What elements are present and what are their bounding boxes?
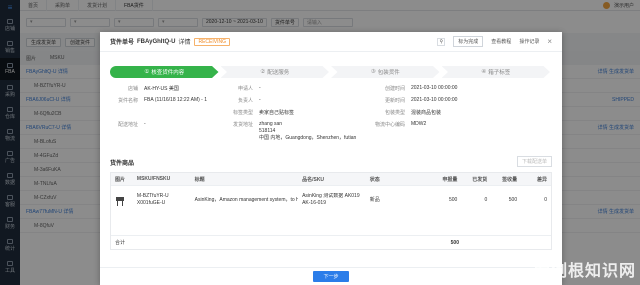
goods-table: 图片 MSKU/FNSKU 标题 品名/SKU 状态 申报量 已发货 签收量 差… — [110, 172, 552, 250]
address-line: 中国 内地，Guangdong，Shenzhen，futian — [259, 135, 357, 141]
diff-qty: 0 — [544, 196, 548, 203]
sku-value: AK-16-019 — [302, 199, 326, 206]
step-verify-contents[interactable]: ① 核查货件内容 — [110, 66, 219, 78]
declared-qty: 500 — [449, 196, 458, 203]
step-number: ④ — [481, 69, 487, 75]
column-header: 品名/SKU — [302, 176, 325, 183]
label-type-value: 卖家自己贴标签 — [259, 110, 295, 116]
info-label: 标签类型 — [232, 110, 253, 116]
column-header: 签收量 — [502, 176, 518, 183]
shipment-name-value: FBA (11/16/18 12:22 AM) - 1 — [144, 97, 207, 103]
info-label: 配送地址 — [117, 122, 138, 128]
shipment-detail-dialog: 货件单号 FBAyGhltQ-U 详情 RECEIVING ⚲ 标为完成 查看教… — [100, 32, 562, 285]
step-label: 包装货件 — [377, 70, 400, 76]
table-total-row: 合计 500 — [111, 235, 551, 249]
info-label: 创建时间 — [384, 86, 405, 92]
operation-log-link[interactable]: 操作记录 — [519, 38, 539, 45]
fc-code-value: MDW2 — [411, 121, 427, 127]
step-number: ② — [260, 69, 266, 75]
info-label: 更新时间 — [384, 98, 405, 104]
address-line: zhang san — [259, 121, 283, 127]
column-header: 图片 — [115, 176, 126, 183]
info-label: 发货地址 — [232, 122, 253, 128]
table-empty-space — [111, 213, 551, 235]
address-line: 518114 — [259, 128, 276, 134]
column-header: MSKU/FNSKU — [136, 176, 171, 182]
created-time-value: 2021-03-10 00:00:00 — [411, 85, 458, 91]
owner-value: - — [259, 97, 261, 103]
column-header: 已发货 — [472, 176, 488, 183]
info-label: 申请人 — [237, 86, 253, 92]
watermark-text: 爱例根知识网 — [533, 263, 636, 280]
step-number: ① — [144, 69, 150, 75]
shipment-id: FBAyGhltQ-U — [137, 38, 176, 45]
column-header: 标题 — [194, 176, 205, 183]
delivery-address-value: - — [144, 121, 146, 127]
step-label: 配送服务 — [267, 70, 290, 76]
step-label: 核查货件内容 — [151, 70, 185, 76]
received-qty: 500 — [508, 196, 518, 203]
detail-label: 详情 — [178, 40, 191, 46]
next-step-button[interactable]: 下一步 — [313, 271, 349, 282]
info-label: 物流中心编码 — [374, 122, 405, 128]
table-row: M-BZTfuYR-U X001fuGE-U AsinKing，Amazon ma… — [111, 185, 551, 213]
download-delivery-note-button[interactable]: 下载配送单 — [516, 156, 552, 167]
total-declared: 500 — [450, 239, 459, 246]
step-label: 箱子标签 — [488, 70, 511, 76]
info-row: 配送地址 - 发货地址 zhang san 518114 中国 内地，Guangd… — [110, 121, 552, 147]
fnsku-value: X001fuGE-U — [136, 199, 166, 206]
dialog-footer: 下一步 — [100, 267, 562, 285]
goods-section-title: 货件商品 — [110, 161, 135, 167]
msku-value: M-BZTfuYR-U — [136, 192, 169, 199]
step-box-labels[interactable]: ④ 箱子标签 — [441, 66, 550, 78]
info-label: 店铺 — [127, 86, 138, 92]
step-progress: ① 核查货件内容 ② 配送服务 ③ 包装货件 ④ 箱子标签 — [110, 66, 552, 78]
column-header: 状态 — [369, 176, 380, 183]
info-row: 货件名称 FBA (11/16/18 12:22 AM) - 1 负责人 - 更新时… — [110, 97, 552, 109]
info-label: 包装类型 — [384, 110, 405, 116]
close-icon[interactable]: × — [547, 37, 552, 46]
updated-time-value: 2021-03-10 00:00:00 — [411, 97, 458, 103]
table-header: 图片 MSKU/FNSKU 标题 品名/SKU 状态 申报量 已发货 签收量 差… — [111, 173, 551, 185]
info-row: 标签类型 卖家自己贴标签 包装类型 混装商品包装 — [110, 109, 552, 121]
status-value: 新品 — [369, 197, 380, 203]
applicant-value: - — [259, 85, 261, 91]
column-header: 申报量 — [442, 176, 458, 183]
column-header: 差异 — [537, 176, 548, 183]
info-label: 货件名称 — [117, 98, 138, 104]
product-image[interactable] — [115, 194, 125, 206]
dialog-header: 货件单号 FBAyGhltQ-U 详情 RECEIVING ⚲ 标为完成 查看教… — [100, 32, 562, 52]
step-pack-shipment[interactable]: ③ 包装货件 — [331, 66, 440, 78]
pin-icon[interactable]: ⚲ — [437, 37, 446, 46]
step-delivery-service[interactable]: ② 配送服务 — [220, 66, 329, 78]
dialog-title-label: 货件单号 — [110, 40, 135, 46]
tutorial-link[interactable]: 查看教程 — [491, 38, 511, 45]
total-label: 合计 — [115, 240, 126, 246]
product-title: AsinKing，Amazon management system，to he — [194, 197, 299, 203]
mark-complete-button[interactable]: 标为完成 — [453, 36, 484, 47]
shipment-info: 店铺 AK-HY-US 美国 申请人 - 创建时间 2021-03-10 00:00:… — [110, 85, 552, 147]
step-number: ③ — [370, 69, 376, 75]
info-label: 负责人 — [237, 98, 253, 104]
info-row: 店铺 AK-HY-US 美国 申请人 - 创建时间 2021-03-10 00:00:… — [110, 85, 552, 97]
status-badge: RECEIVING — [194, 37, 230, 46]
product-name: AsinKing 测试数据 AK019 — [302, 192, 360, 199]
shipped-qty: 0 — [484, 196, 488, 203]
ship-from-address: zhang san 518114 中国 内地，Guangdong，Shenzhe… — [259, 121, 356, 142]
store-value: AK-HY-US 美国 — [144, 86, 179, 92]
packing-type-value: 混装商品包装 — [411, 110, 442, 116]
